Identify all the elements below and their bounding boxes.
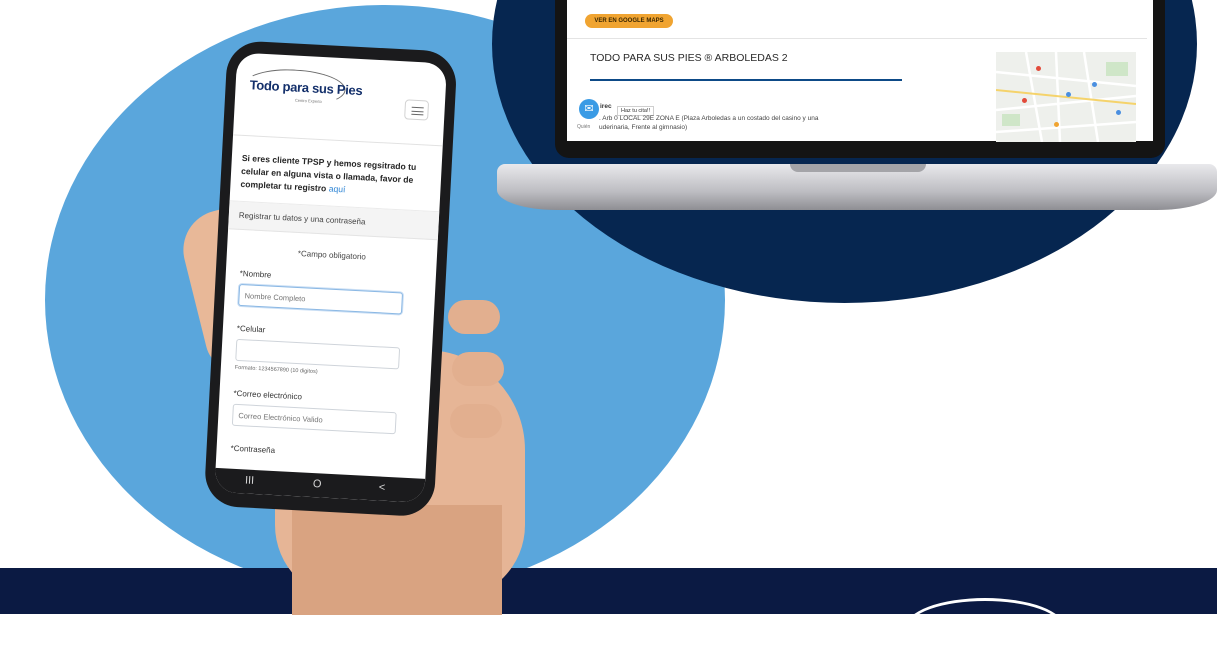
google-maps-button[interactable]: VER EN GOOGLE MAPS xyxy=(585,14,673,28)
map-pin-icon[interactable] xyxy=(1054,122,1059,127)
chat-icon[interactable]: ✉ xyxy=(579,99,599,119)
address-heading: irec xyxy=(600,103,612,110)
map-preview[interactable] xyxy=(996,52,1136,142)
map-pin-icon[interactable] xyxy=(1116,110,1121,115)
menu-icon xyxy=(411,106,424,109)
registration-notice: Si eres cliente TPSP y hemos regsitrado … xyxy=(229,135,443,213)
map-pin-icon[interactable] xyxy=(1036,66,1041,71)
laptop-notch xyxy=(790,164,926,172)
map-roads xyxy=(996,52,1136,142)
phone-device: Todo para sus Pies Centro Experto Si ere… xyxy=(203,40,458,518)
address-line-2: uderinaria, Frente al gimnasio) xyxy=(599,124,688,131)
map-pin-icon[interactable] xyxy=(1066,92,1071,97)
phone-screen: Todo para sus Pies Centro Experto Si ere… xyxy=(214,52,448,503)
android-nav-bar: III O < xyxy=(214,467,426,503)
hand-finger xyxy=(450,404,502,438)
divider xyxy=(567,38,1147,39)
home-icon[interactable]: O xyxy=(313,478,322,490)
map-pin-icon[interactable] xyxy=(1022,98,1027,103)
store-address: . Arb 0 LOCAL 29E ZONA E (Plaza Arboleda… xyxy=(599,114,899,132)
hand-finger xyxy=(452,352,504,386)
store-title: TODO PARA SUS PIES ® ARBOLEDAS 2 xyxy=(590,52,788,64)
title-underline xyxy=(590,79,902,81)
quienes-link[interactable]: Quién xyxy=(577,124,590,130)
back-icon[interactable]: < xyxy=(378,482,385,494)
address-line-1: . Arb 0 LOCAL 29E ZONA E (Plaza Arboleda… xyxy=(599,115,819,122)
bottom-logo-outline xyxy=(905,598,1065,658)
hand-finger xyxy=(448,300,500,334)
required-note: *Campo obligatorio xyxy=(297,248,367,262)
celular-input[interactable] xyxy=(235,338,401,370)
hamburger-menu-button[interactable] xyxy=(404,99,430,121)
map-pin-icon[interactable] xyxy=(1092,82,1097,87)
phone-header: Todo para sus Pies Centro Experto xyxy=(233,52,448,147)
register-here-link[interactable]: aquí xyxy=(328,183,345,194)
recent-apps-icon[interactable]: III xyxy=(245,475,255,487)
hand-wrist xyxy=(292,505,502,615)
